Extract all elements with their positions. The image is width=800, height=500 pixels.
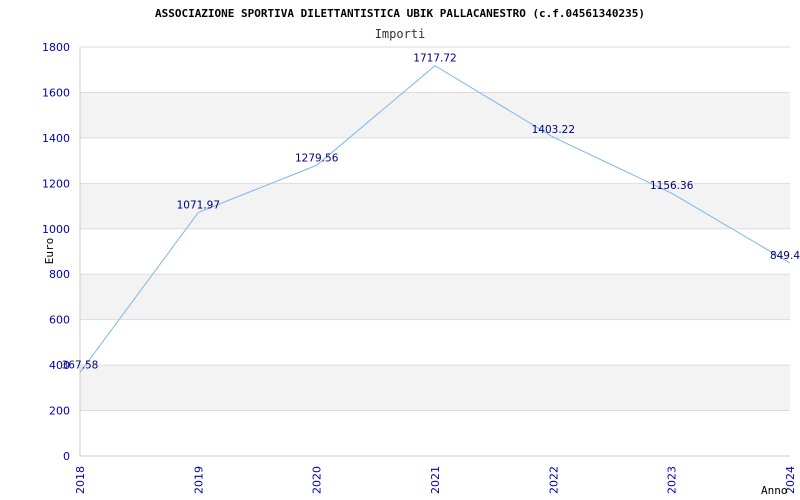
x-tick-labels: 2018 2019 2020 2021 2022 2023 2024 [74,466,797,494]
data-label: 1071.97 [177,199,220,211]
x-tick-label: 2020 [311,466,324,494]
chart-title: ASSOCIAZIONE SPORTIVA DILETTANTISTICA UB… [155,7,645,20]
plot-background-bands [80,92,790,411]
data-label: 367.58 [62,359,99,371]
y-tick-label: 800 [49,268,70,281]
x-tick-label: 2018 [74,466,87,494]
y-tick-label: 1200 [42,177,70,190]
x-tick-label: 2023 [666,466,679,494]
chart-subtitle: Importi [375,27,426,41]
grid-band [80,274,790,320]
y-axis-label: Euro [43,238,56,265]
data-label: 1156.36 [650,180,694,192]
y-tick-label: 200 [49,405,70,418]
y-tick-label: 0 [63,450,70,463]
y-tick-label: 1800 [42,41,70,54]
grid-band [80,92,790,138]
x-tick-label: 2019 [192,466,205,494]
data-label: 1717.72 [413,53,456,65]
y-tick-label: 1000 [42,223,70,236]
x-tick-label: 2021 [429,466,442,494]
data-label: 1279.56 [295,152,339,164]
x-axis-label: Anno [761,484,788,497]
y-tick-label: 1600 [42,86,70,99]
data-label: 1403.22 [532,124,575,136]
grid-band [80,365,790,411]
x-tick-label: 2022 [547,466,560,494]
y-tick-label: 1400 [42,132,70,145]
line-chart: ASSOCIAZIONE SPORTIVA DILETTANTISTICA UB… [42,7,800,497]
data-label: 849.4 [770,250,800,262]
y-tick-label: 600 [49,314,70,327]
